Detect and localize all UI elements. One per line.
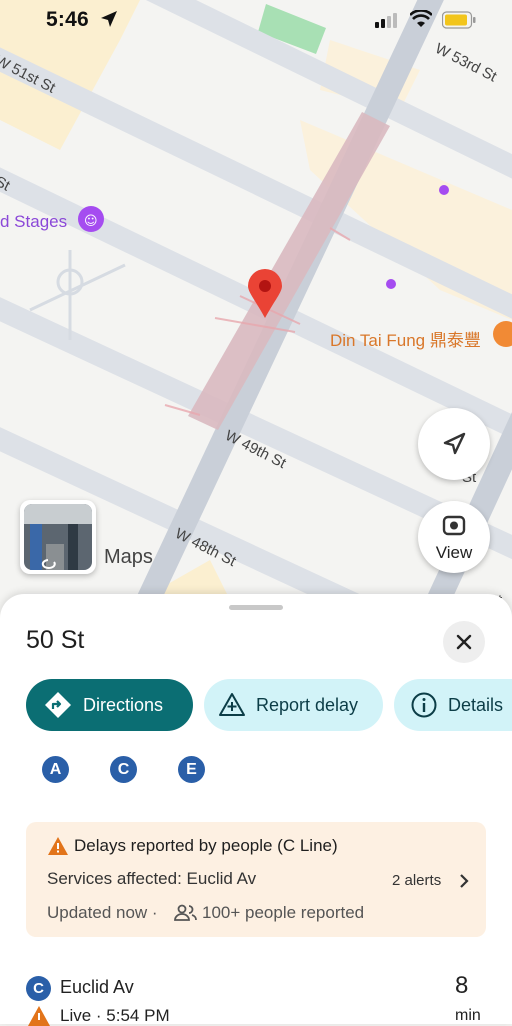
report-delay-label: Report delay xyxy=(256,694,359,715)
report-delay-icon xyxy=(219,693,245,716)
directions-button[interactable]: Directions xyxy=(26,679,193,731)
map-view[interactable]: ☺ W 53rd St W 51st St St W 49th St W 48t… xyxy=(0,0,512,690)
people-icon xyxy=(174,904,197,921)
street-view-thumbnail[interactable] xyxy=(20,500,96,574)
battery-icon xyxy=(442,11,476,29)
departure-stop: Euclid Av xyxy=(60,977,134,997)
close-icon xyxy=(456,634,472,650)
details-button[interactable]: Details xyxy=(394,679,512,731)
line-badge-c[interactable]: C xyxy=(110,756,137,783)
departure-minutes-unit: min xyxy=(455,1007,481,1024)
details-label: Details xyxy=(448,694,504,715)
info-icon xyxy=(411,692,437,718)
departure-minutes: 8 xyxy=(455,972,469,999)
alert-services-affected: Services affected: Euclid Av xyxy=(47,869,257,888)
alert-updated: Updated now · xyxy=(47,903,158,922)
view-button[interactable]: View xyxy=(418,501,490,573)
report-delay-button[interactable]: Report delay xyxy=(204,679,383,731)
cellular-signal-icon xyxy=(375,13,397,28)
place-label-din-tai-fung[interactable]: Din Tai Fung 鼎泰豐 xyxy=(330,326,481,351)
alert-people-reported: 100+ people reported xyxy=(202,903,365,922)
alert-title: Delays reported by people (C Line) xyxy=(74,836,338,855)
place-label-stages: d Stages xyxy=(0,212,68,231)
warning-icon xyxy=(48,837,68,855)
location-services-icon xyxy=(101,11,117,27)
departure-live-time: Live · 5:54 PM xyxy=(60,1006,170,1025)
warning-icon xyxy=(28,1006,50,1026)
lens-camera-icon xyxy=(442,515,466,536)
wifi-icon xyxy=(410,10,432,27)
close-button[interactable] xyxy=(443,621,485,663)
svg-text:☺: ☺ xyxy=(84,214,98,229)
maps-watermark: Maps xyxy=(104,546,153,568)
station-photo xyxy=(24,504,92,570)
status-time: 5:46 xyxy=(46,8,89,31)
line-badge-a[interactable]: A xyxy=(42,756,69,783)
alert-count: 2 alerts xyxy=(392,872,442,889)
my-location-button[interactable] xyxy=(418,408,490,480)
sheet-drag-handle[interactable] xyxy=(229,605,283,610)
departure-line-badge: C xyxy=(26,976,51,1001)
chevron-right-icon xyxy=(460,874,469,888)
station-title: 50 St xyxy=(26,626,85,654)
station-bottom-sheet: 50 St Directions Report delay Details A … xyxy=(0,594,512,1026)
navigation-arrow-icon xyxy=(443,432,466,455)
status-bar: 5:46 xyxy=(0,0,512,44)
directions-icon xyxy=(45,692,71,718)
delay-alert-card[interactable]: Delays reported by people (C Line) Servi… xyxy=(26,822,486,937)
view-button-label: View xyxy=(435,543,473,562)
line-badge-e[interactable]: E xyxy=(178,756,205,783)
directions-label: Directions xyxy=(83,694,164,715)
